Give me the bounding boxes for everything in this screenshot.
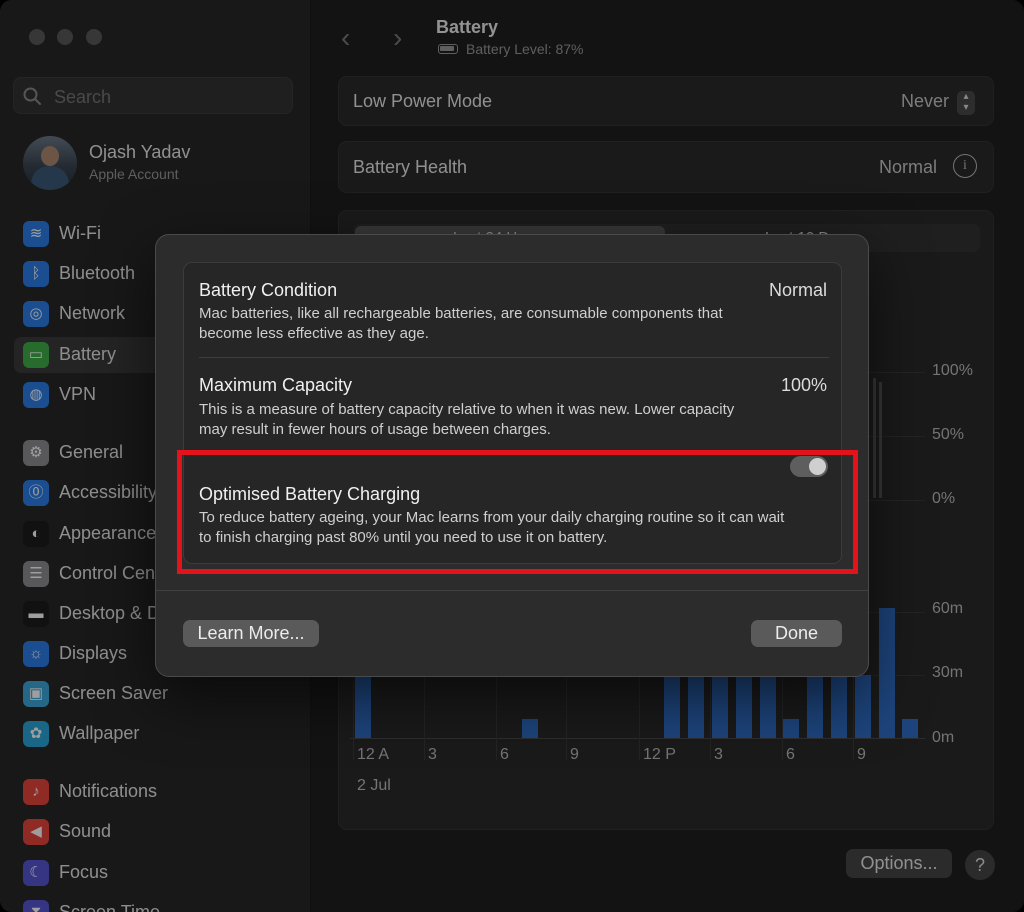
sheet-divider	[156, 590, 868, 591]
row-divider	[199, 357, 829, 358]
learn-more-button[interactable]: Learn More...	[183, 620, 319, 647]
settings-window: Ojash Yadav Apple Account ≋Wi-FiᛒBluetoo…	[0, 0, 1024, 912]
maximum-capacity-title: Maximum Capacity	[199, 375, 353, 395]
optimised-charging-highlight-box	[177, 450, 858, 574]
battery-condition-value: Normal	[768, 280, 827, 300]
maximum-capacity-value: 100%	[780, 375, 827, 395]
done-button[interactable]: Done	[751, 620, 842, 647]
maximum-capacity-desc: This is a measure of battery capacity re…	[199, 401, 735, 438]
battery-condition-desc: Mac batteries, like all rechargeable bat…	[199, 305, 723, 342]
battery-condition-title: Battery Condition	[199, 280, 338, 300]
